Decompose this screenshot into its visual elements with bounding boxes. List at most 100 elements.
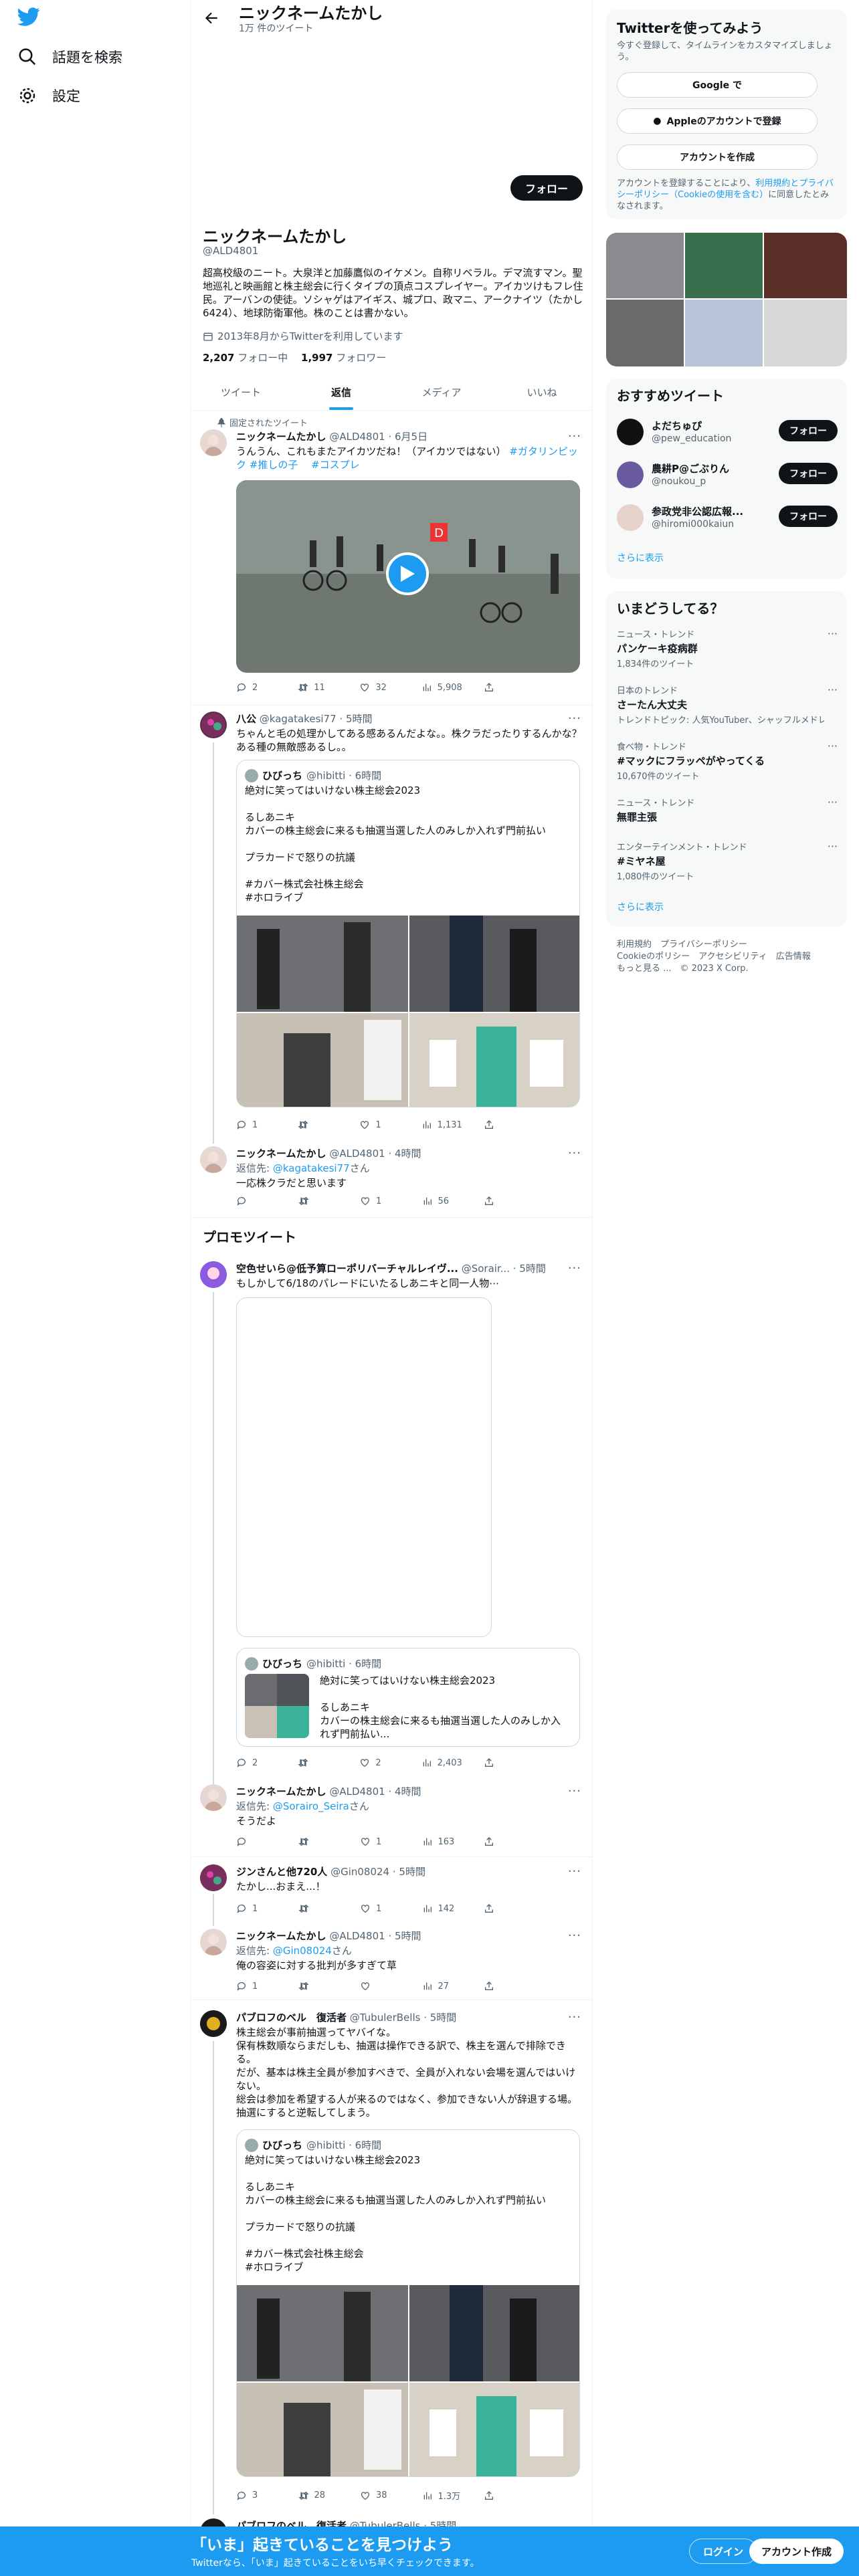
follow-button[interactable]: フォロー bbox=[779, 420, 838, 441]
avatar[interactable] bbox=[200, 1261, 227, 1288]
tweet-quote-parent[interactable]: 八公 @kagatakesi77 · 5時間 ちゃんと毛の処理かしてある感あるん… bbox=[191, 710, 592, 1145]
like-button[interactable] bbox=[360, 1981, 400, 1992]
share-button[interactable] bbox=[484, 1836, 524, 1847]
avatar[interactable] bbox=[200, 1784, 227, 1811]
avatar[interactable] bbox=[200, 712, 227, 738]
like-button[interactable]: 1 bbox=[360, 1196, 400, 1206]
author-name[interactable]: パブロフのベル 復活者 bbox=[236, 2012, 347, 2024]
media-thumb[interactable] bbox=[764, 233, 847, 298]
tweet-reply[interactable]: ニックネームたかし @ALD4801 · 4時間 返信先: @kagatakes… bbox=[191, 1145, 592, 1214]
author-name[interactable]: ニックネームたかし bbox=[236, 1148, 326, 1160]
media-thumb[interactable] bbox=[606, 233, 684, 298]
share-button[interactable] bbox=[484, 1196, 524, 1206]
reply-button[interactable]: 1 bbox=[236, 1903, 276, 1914]
share-button[interactable] bbox=[484, 2489, 524, 2502]
quote-photo-4[interactable] bbox=[409, 1013, 579, 1107]
more-icon[interactable]: ··· bbox=[828, 740, 838, 752]
footer-line[interactable]: もっと見る ... © 2023 X Corp. bbox=[617, 963, 838, 975]
retweet-button[interactable] bbox=[298, 1196, 339, 1206]
tab-likes[interactable]: いいね bbox=[492, 374, 592, 410]
like-button[interactable]: 1 bbox=[360, 1903, 400, 1914]
more-icon[interactable]: ··· bbox=[568, 1146, 581, 1160]
share-button[interactable] bbox=[484, 1903, 524, 1914]
more-icon[interactable]: ··· bbox=[828, 840, 838, 853]
signup-button[interactable]: アカウント作成 bbox=[749, 2539, 844, 2564]
quote-thumbnail[interactable] bbox=[245, 1674, 309, 1738]
avatar[interactable] bbox=[200, 1864, 227, 1891]
author-name[interactable]: ニックネームたかし bbox=[236, 1930, 326, 1942]
retweet-button[interactable] bbox=[298, 1981, 339, 1992]
quote-photo-2[interactable] bbox=[409, 916, 579, 1012]
retweet-button[interactable] bbox=[298, 1903, 339, 1914]
views-button[interactable]: 142 bbox=[422, 1903, 462, 1914]
quote-photo-1[interactable] bbox=[237, 916, 408, 1012]
more-icon[interactable]: ··· bbox=[568, 1864, 581, 1879]
reply-button[interactable] bbox=[236, 1196, 276, 1206]
quote-photo-2[interactable] bbox=[409, 2285, 579, 2381]
tab-replies[interactable]: 返信 bbox=[291, 374, 391, 410]
quote-photo-3[interactable] bbox=[237, 2383, 408, 2476]
reply-button[interactable] bbox=[236, 1836, 276, 1847]
share-button[interactable] bbox=[484, 1757, 524, 1768]
retweet-button[interactable] bbox=[298, 1119, 338, 1130]
author-name[interactable]: ニックネームたかし bbox=[236, 1786, 326, 1798]
views-button[interactable]: 1,131 bbox=[421, 1119, 462, 1130]
retweet-button[interactable] bbox=[298, 1836, 339, 1847]
tweet-thread-parent[interactable]: ジンさんと他720人 @Gin08024 · 5時間 たかし...おまえ...！… bbox=[191, 1860, 592, 1927]
more-icon[interactable]: ··· bbox=[568, 1784, 581, 1798]
footer-line[interactable]: 利用規約 プライバシーポリシー bbox=[617, 939, 838, 951]
tweet-media-placeholder[interactable] bbox=[236, 1297, 492, 1637]
recommend-user[interactable]: 農耕P@ごぶりん @noukou_p フォロー bbox=[617, 459, 838, 492]
following-link[interactable]: 2,207 フォロー中 bbox=[203, 352, 288, 364]
more-icon[interactable]: ··· bbox=[828, 683, 838, 696]
more-icon[interactable]: ··· bbox=[568, 1929, 581, 1943]
like-button[interactable]: 1 bbox=[360, 1836, 400, 1847]
recommend-user[interactable]: よだちゅぴ @pew_education フォロー bbox=[617, 416, 838, 449]
views-button[interactable]: 163 bbox=[422, 1836, 462, 1847]
reply-button[interactable]: 2 bbox=[236, 682, 276, 693]
reply-button[interactable]: 1 bbox=[236, 1981, 276, 1992]
tweet-video[interactable]: D bbox=[236, 480, 580, 673]
avatar[interactable] bbox=[200, 429, 227, 456]
like-button[interactable]: 38 bbox=[360, 2489, 400, 2502]
author-name[interactable]: ジンさんと他720人 bbox=[236, 1866, 327, 1878]
trends-more-link[interactable]: さらに表示 bbox=[617, 900, 664, 914]
play-icon[interactable] bbox=[386, 552, 429, 595]
views-button[interactable]: 2,403 bbox=[421, 1757, 462, 1768]
trend-item[interactable]: ニュース・トレンド パンケーキ疫病群 1,834件のツイート ··· bbox=[617, 627, 838, 669]
more-icon[interactable]: ··· bbox=[568, 712, 581, 726]
quote-photo-1[interactable] bbox=[237, 2285, 408, 2381]
share-button[interactable] bbox=[484, 1981, 524, 1992]
author-name[interactable]: ニックネームたかし bbox=[236, 431, 326, 443]
views-button[interactable]: 5,908 bbox=[421, 682, 462, 693]
quoted-tweet[interactable]: ひびっち @hibitti · 6時間 絶対に笑ってはいけない株主総会2023 る… bbox=[236, 760, 580, 1107]
quote-photo-3[interactable] bbox=[237, 1013, 408, 1107]
tab-media[interactable]: メディア bbox=[391, 374, 492, 410]
reply-to-handle[interactable]: @Sorairo_Seira bbox=[273, 1800, 349, 1812]
author-name[interactable]: 八公 bbox=[236, 713, 256, 725]
tweet-reply[interactable]: ニックネームたかし @ALD4801 · 5時間 返信先: @Gin08024さ… bbox=[191, 1927, 592, 2002]
avatar[interactable] bbox=[617, 504, 644, 531]
follow-button[interactable]: フォロー bbox=[510, 175, 583, 201]
more-icon[interactable]: ··· bbox=[568, 429, 581, 443]
media-thumb[interactable] bbox=[764, 300, 847, 366]
tweet-pinned[interactable]: 固定されたツイート ニックネームたかし @ALD4801 · 6月5日 うんうん… bbox=[191, 412, 592, 709]
views-button[interactable]: 27 bbox=[422, 1981, 462, 1992]
views-button[interactable]: 1.3万 bbox=[422, 2489, 462, 2502]
follow-button[interactable]: フォロー bbox=[779, 463, 838, 484]
recommend-more-link[interactable]: さらに表示 bbox=[617, 551, 664, 564]
views-button[interactable]: 56 bbox=[422, 1196, 462, 1206]
more-icon[interactable]: ··· bbox=[828, 796, 838, 809]
footer-line[interactable]: Cookieのポリシー アクセシビリティ 広告情報 bbox=[617, 951, 838, 963]
like-button[interactable]: 1 bbox=[359, 1119, 399, 1130]
avatar[interactable] bbox=[617, 419, 644, 445]
like-button[interactable]: 32 bbox=[359, 682, 399, 693]
nav-settings[interactable]: 設定 bbox=[17, 86, 80, 106]
trend-item[interactable]: 食べ物・トレンド #マックにフラッペがやってくる 10,670件のツイート ··… bbox=[617, 740, 838, 782]
reply-button[interactable]: 2 bbox=[236, 1757, 276, 1768]
quote-photo-4[interactable] bbox=[409, 2383, 579, 2476]
twitter-bird-icon[interactable] bbox=[17, 5, 40, 28]
recommend-user[interactable]: 参政党非公認広報... @hiromi000kaiun フォロー bbox=[617, 502, 838, 535]
share-button[interactable] bbox=[484, 1119, 524, 1130]
trend-item[interactable]: 日本のトレンド さーたん大丈夫 トレンドトピック: 人気YouTuber、シャッ… bbox=[617, 683, 838, 726]
